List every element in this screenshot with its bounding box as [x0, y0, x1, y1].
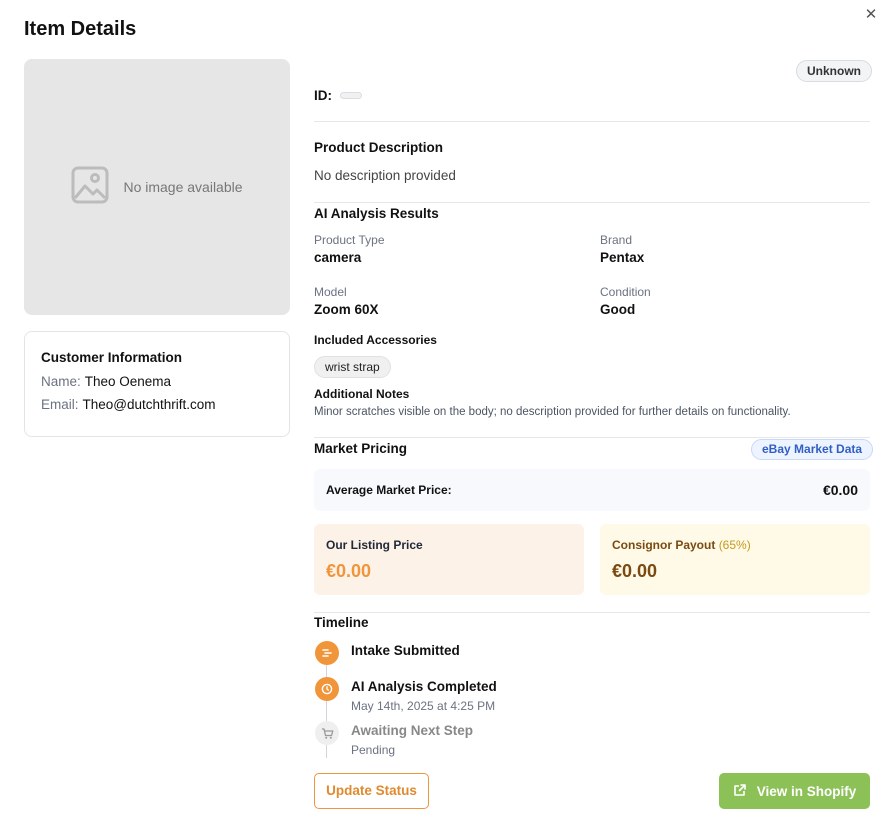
payout-value: €0.00 [612, 561, 658, 581]
product-image-placeholder: No image available [24, 59, 290, 315]
condition-value: Good [600, 302, 636, 317]
consignor-payout-box: Consignor Payout (65%) €0.00 [600, 524, 870, 595]
customer-name-row: Name: Theo Oenema [41, 374, 273, 389]
notes-heading: Additional Notes [314, 387, 410, 401]
timeline-step-date: May 14th, 2025 at 4:25 PM [351, 699, 496, 713]
average-market-price-box: Average Market Price: €0.00 [314, 469, 870, 511]
external-link-icon [733, 783, 747, 800]
average-price-value: €0.00 [822, 482, 858, 498]
view-in-shopify-button[interactable]: View in Shopify [719, 773, 870, 809]
payout-percent: (65%) [718, 538, 751, 552]
average-price-label: Average Market Price: [326, 483, 452, 497]
timeline-step-title: AI Analysis Completed [351, 679, 497, 694]
customer-email-label: Email: [41, 397, 79, 412]
listing-price-label: Our Listing Price [326, 538, 423, 552]
customer-info-heading: Customer Information [41, 350, 183, 365]
ebay-market-data-badge: eBay Market Data [751, 439, 874, 460]
timeline-step-status: Pending [351, 743, 396, 757]
pricing-heading: Market Pricing [314, 441, 408, 456]
item-id-row: ID: [314, 88, 362, 103]
close-icon[interactable]: ✕ [862, 6, 880, 24]
listing-price-value: €0.00 [326, 561, 372, 581]
model-value: Zoom 60X [314, 302, 379, 317]
timeline-step-title: Intake Submitted [351, 643, 460, 658]
divider [314, 612, 870, 613]
ai-analysis-completed-icon [315, 677, 339, 701]
customer-email: Theo@dutchthrift.com [82, 397, 216, 412]
product-type-label: Product Type [314, 233, 385, 247]
model-label: Model [314, 285, 347, 299]
item-id-label: ID: [314, 88, 332, 103]
divider [314, 437, 870, 438]
no-image-text: No image available [123, 179, 243, 195]
customer-name: Theo Oenema [84, 374, 172, 389]
condition-label: Condition [600, 285, 651, 299]
customer-info-card: Customer Information Name: Theo Oenema Em… [24, 331, 290, 437]
view-in-shopify-label: View in Shopify [756, 783, 857, 799]
accessory-chip: wrist strap [314, 356, 391, 378]
payout-label: Consignor Payout [612, 538, 716, 552]
item-id-value [340, 92, 362, 99]
brand-label: Brand [600, 233, 633, 247]
description-heading: Product Description [314, 140, 444, 155]
divider [314, 202, 870, 203]
update-status-button[interactable]: Update Status [314, 773, 429, 809]
description-text: No description provided [314, 168, 456, 183]
image-placeholder-icon [71, 166, 109, 209]
timeline-heading: Timeline [314, 615, 369, 630]
dialog-title: Item Details [24, 18, 137, 40]
customer-name-label: Name: [41, 374, 81, 389]
listing-price-box: Our Listing Price €0.00 [314, 524, 584, 595]
analysis-heading: AI Analysis Results [314, 206, 439, 221]
timeline-step-title: Awaiting Next Step [351, 723, 474, 738]
product-type-value: camera [314, 250, 362, 265]
brand-value: Pentax [600, 250, 645, 265]
divider [314, 121, 870, 122]
cart-icon [315, 721, 339, 745]
accessories-heading: Included Accessories [314, 333, 437, 347]
intake-submitted-icon [315, 641, 339, 665]
status-badge: Unknown [796, 60, 872, 82]
customer-email-row: Email: Theo@dutchthrift.com [41, 397, 273, 412]
payout-label-row: Consignor Payout (65%) [612, 538, 858, 552]
notes-text: Minor scratches visible on the body; no … [314, 406, 791, 418]
